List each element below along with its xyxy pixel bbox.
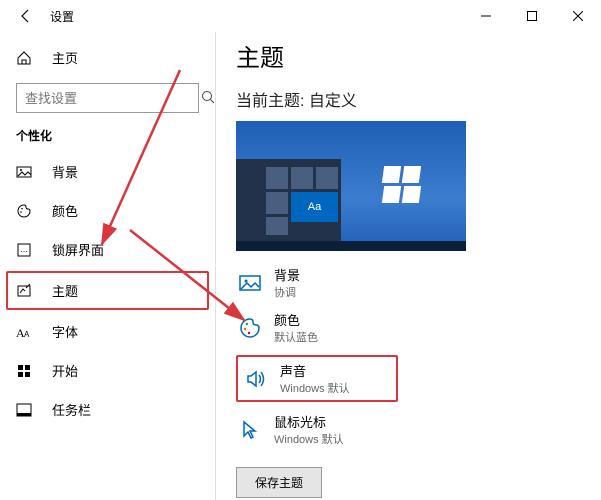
setting-title: 鼠标光标 <box>274 412 344 431</box>
sidebar-item-label: 锁屏界面 <box>52 240 104 259</box>
search-input[interactable] <box>25 91 201 106</box>
sidebar-item-taskbar[interactable]: 任务栏 <box>0 390 215 429</box>
sidebar-item-themes[interactable]: 主题 <box>6 271 209 310</box>
setting-title: 声音 <box>280 361 390 380</box>
sidebar-item-fonts[interactable]: AA 字体 <box>0 312 215 351</box>
sidebar-home-label: 主页 <box>52 48 78 67</box>
search-icon <box>201 90 215 107</box>
close-button[interactable] <box>555 0 601 32</box>
preview-accent-tile: Aa <box>291 192 338 222</box>
sidebar-item-label: 字体 <box>52 322 78 341</box>
sidebar-item-label: 颜色 <box>52 201 78 220</box>
font-icon: AA <box>16 324 34 340</box>
sidebar-item-background[interactable]: 背景 <box>0 152 215 191</box>
maximize-icon <box>527 11 537 21</box>
setting-value: 协调 <box>274 284 300 300</box>
sidebar-item-lockscreen[interactable]: ⋯ 锁屏界面 <box>0 230 215 269</box>
main-content: 主题 当前主题: 自定义 Aa 背景 协调 <box>216 32 601 500</box>
svg-text:A: A <box>24 330 30 339</box>
setting-value: Windows 默认 <box>274 431 344 447</box>
search-box[interactable] <box>16 83 199 113</box>
sidebar: 主页 个性化 背景 颜色 ⋯ 锁屏界面 主题 AA 字体 开始 <box>0 32 215 500</box>
setting-value: Windows 默认 <box>280 380 390 396</box>
save-theme-button[interactable]: 保存主题 <box>236 467 322 498</box>
sidebar-item-label: 任务栏 <box>52 400 91 419</box>
sidebar-item-label: 背景 <box>52 162 78 181</box>
current-theme-label: 当前主题: 自定义 <box>236 87 581 111</box>
setting-sound[interactable]: 声音 Windows 默认 <box>242 361 390 396</box>
sidebar-item-colors[interactable]: 颜色 <box>0 191 215 230</box>
lockscreen-icon: ⋯ <box>16 242 34 258</box>
svg-text:⋯: ⋯ <box>20 247 28 256</box>
setting-color[interactable]: 颜色 默认蓝色 <box>236 310 581 345</box>
picture-icon <box>236 269 264 297</box>
sidebar-item-start[interactable]: 开始 <box>0 351 215 390</box>
sidebar-home[interactable]: 主页 <box>0 42 215 73</box>
palette-icon <box>236 314 264 342</box>
back-button[interactable] <box>16 6 36 26</box>
cursor-icon <box>236 416 264 444</box>
setting-title: 背景 <box>274 265 300 284</box>
sidebar-item-label: 主题 <box>52 281 78 300</box>
theme-icon <box>16 283 34 299</box>
speaker-icon <box>242 365 270 393</box>
sidebar-item-label: 开始 <box>52 361 78 380</box>
theme-preview: Aa <box>236 121 466 251</box>
arrow-left-icon <box>18 8 34 24</box>
sidebar-section-label: 个性化 <box>0 127 215 152</box>
picture-icon <box>16 164 34 180</box>
start-icon <box>16 363 34 379</box>
maximize-button[interactable] <box>509 0 555 32</box>
window-title: 设置 <box>50 8 74 25</box>
setting-cursor[interactable]: 鼠标光标 Windows 默认 <box>236 412 581 447</box>
taskbar-icon <box>16 402 34 418</box>
setting-title: 颜色 <box>274 310 318 329</box>
close-icon <box>573 11 583 21</box>
setting-background[interactable]: 背景 协调 <box>236 265 581 300</box>
palette-icon <box>16 203 34 219</box>
page-title: 主题 <box>236 38 581 73</box>
windows-logo-icon <box>383 166 421 204</box>
home-icon <box>16 50 34 66</box>
minimize-icon <box>481 11 491 21</box>
minimize-button[interactable] <box>463 0 509 32</box>
setting-value: 默认蓝色 <box>274 329 318 345</box>
